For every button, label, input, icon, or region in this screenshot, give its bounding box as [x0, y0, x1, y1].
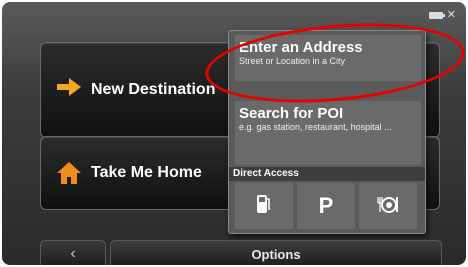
satellite-icon: ✕ — [446, 9, 456, 21]
status-bar: ✕ — [428, 9, 456, 21]
bottom-bar: ‹ Options — [40, 240, 442, 265]
restaurant-direct-access-button[interactable] — [359, 183, 417, 229]
options-label: Options — [251, 246, 301, 262]
search-poi-subtitle: e.g. gas station, restaurant, hospital .… — [239, 122, 392, 132]
enter-address-subtitle: Street or Location in a City — [239, 56, 346, 66]
parking-direct-access-button[interactable]: P — [297, 183, 355, 229]
navigation-screen: ✕ New Destination Take Me Home ‹ Options… — [2, 2, 466, 265]
restaurant-icon — [377, 195, 399, 218]
back-button[interactable]: ‹ — [40, 240, 106, 265]
new-destination-label: New Destination — [91, 81, 216, 98]
fuel-direct-access-button[interactable] — [235, 183, 293, 229]
battery-icon — [428, 11, 445, 19]
search-poi-item[interactable]: Search for POI e.g. gas station, restaur… — [235, 101, 421, 165]
options-button[interactable]: Options — [110, 240, 442, 265]
search-poi-title: Search for POI — [239, 105, 344, 122]
parking-icon: P — [318, 193, 334, 218]
enter-address-item[interactable]: Enter an Address Street or Location in a… — [235, 35, 421, 81]
take-me-home-label: Take Me Home — [91, 164, 202, 181]
direct-access-label: Direct Access — [229, 167, 425, 181]
chevron-left-icon: ‹ — [70, 245, 76, 262]
arrow-right-icon — [57, 75, 81, 99]
home-icon — [57, 161, 81, 185]
destination-popup-menu: Enter an Address Street or Location in a… — [228, 30, 426, 234]
fuel-pump-icon — [257, 194, 271, 218]
enter-address-title: Enter an Address — [239, 39, 363, 56]
